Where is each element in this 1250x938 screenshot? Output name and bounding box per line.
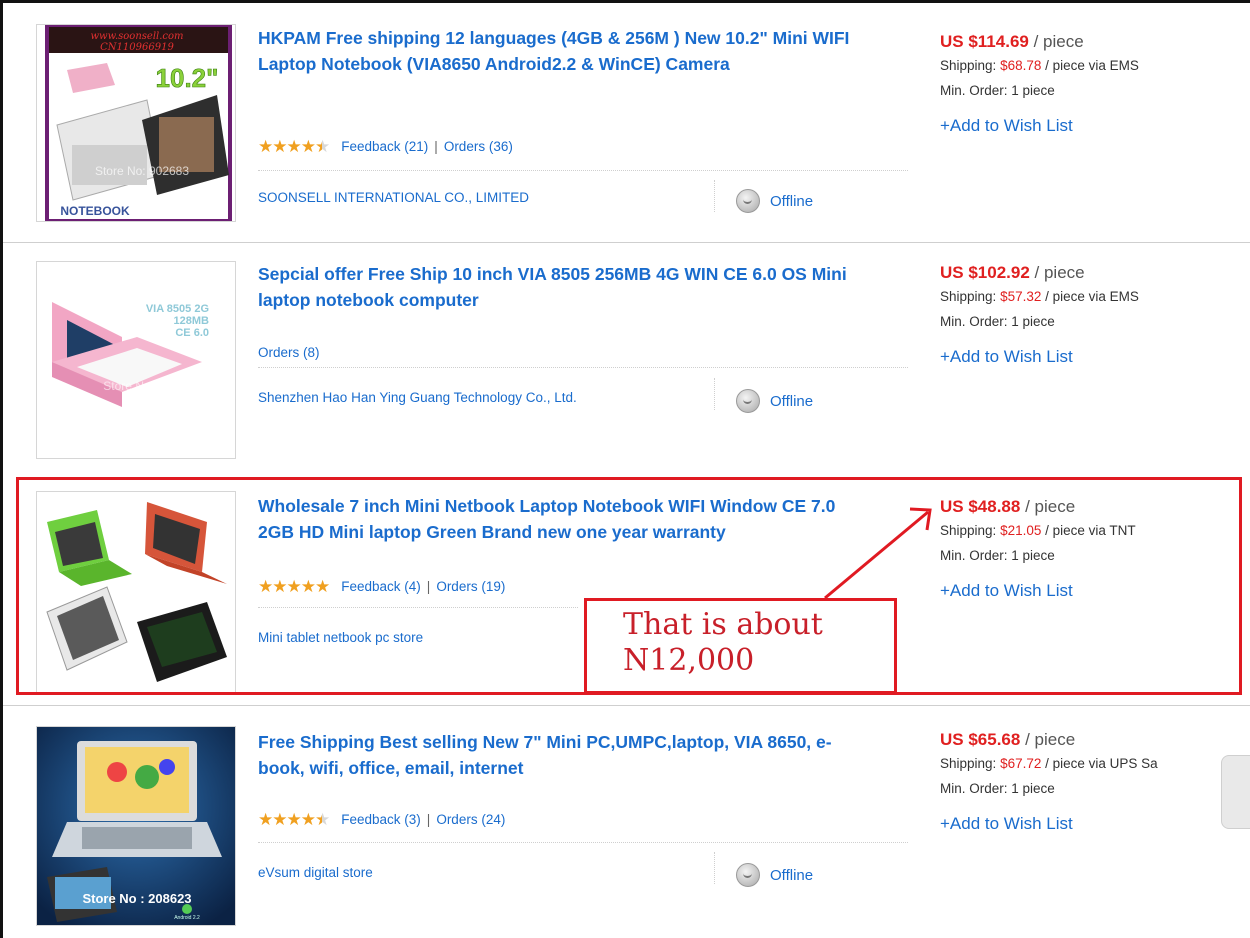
price-column: US $65.68 / piece Shipping: $67.72 / pie… bbox=[940, 730, 1250, 834]
product-title-link[interactable]: HKPAM Free shipping 12 languages (4GB & … bbox=[258, 25, 858, 77]
orders-link[interactable]: Orders (24) bbox=[436, 812, 505, 827]
annotation-line-1: That is about bbox=[623, 607, 823, 642]
star-icon: ★ bbox=[258, 810, 273, 829]
svg-text:Store No : 208623: Store No : 208623 bbox=[82, 891, 191, 906]
star-icon: ★ bbox=[300, 137, 316, 156]
rating-row: ★ ★ ★ ★ ★ Feedback (3) | Orders (24) bbox=[258, 811, 505, 828]
side-scroll-tab[interactable] bbox=[1221, 755, 1250, 829]
svg-text:Android 2.2: Android 2.2 bbox=[174, 915, 200, 921]
min-order: Min. Order: 1 piece bbox=[940, 781, 1055, 796]
listing-1: www.soonsell.com CN110966919 10.2" Store… bbox=[0, 0, 1250, 243]
divider: | bbox=[426, 812, 431, 827]
dotted-divider bbox=[258, 367, 908, 368]
svg-text:Store No: 75668: Store No: 75668 bbox=[103, 379, 191, 393]
orders-link[interactable]: Orders (8) bbox=[258, 345, 320, 360]
shipping-info: Shipping: $67.72 / piece via UPS Sa bbox=[940, 756, 1158, 771]
svg-text:www.soonsell.com: www.soonsell.com bbox=[90, 31, 183, 42]
product-thumbnail[interactable]: www.soonsell.com CN110966919 10.2" Store… bbox=[36, 24, 236, 222]
dotted-divider bbox=[258, 842, 908, 843]
status-text: Offline bbox=[770, 392, 814, 410]
star-rating: ★ ★ ★ ★ ★ bbox=[258, 810, 330, 829]
vertical-divider bbox=[714, 180, 715, 212]
star-icon: ★ bbox=[286, 137, 302, 156]
shipping-info: Shipping: $68.78 / piece via EMS bbox=[940, 58, 1139, 73]
status-text: Offline bbox=[770, 192, 814, 210]
product-thumbnail[interactable]: VIA 8505 2G 128MB CE 6.0 Store No: 75668 bbox=[36, 261, 236, 459]
price-column: US $114.69 / piece Shipping: $68.78 / pi… bbox=[940, 32, 1250, 136]
store-link[interactable]: SOONSELL INTERNATIONAL CO., LIMITED bbox=[258, 190, 529, 205]
product-thumbnail[interactable]: Store No : 208623 Android 2.2 bbox=[36, 726, 236, 926]
add-to-wish-list-link[interactable]: +Add to Wish List bbox=[940, 347, 1250, 367]
shipping-info: Shipping: $57.32 / piece via EMS bbox=[940, 289, 1139, 304]
star-icon: ★ bbox=[272, 137, 287, 156]
star-icon: ★ bbox=[258, 137, 273, 156]
seller-status[interactable]: Offline bbox=[736, 189, 813, 213]
star-icon: ★ bbox=[300, 810, 316, 829]
star-icon: ★ bbox=[286, 810, 302, 829]
chat-bubble-icon bbox=[736, 189, 760, 213]
svg-text:10.2": 10.2" bbox=[156, 63, 219, 93]
svg-text:CN110966919: CN110966919 bbox=[100, 42, 174, 53]
store-link[interactable]: eVsum digital store bbox=[258, 865, 373, 880]
price: US $65.68 / piece bbox=[940, 730, 1076, 749]
svg-text:CE 6.0: CE 6.0 bbox=[175, 327, 209, 339]
rating-row: Orders (8) bbox=[258, 345, 320, 360]
store-link[interactable]: Shenzhen Hao Han Ying Guang Technology C… bbox=[258, 390, 577, 405]
feedback-link[interactable]: Feedback (21) bbox=[341, 139, 428, 154]
annotation-callout: That is about N12,000 bbox=[584, 598, 897, 694]
rating-row: ★ ★ ★ ★ ★ Feedback (21) | Orders (36) bbox=[258, 138, 513, 155]
vertical-divider bbox=[714, 852, 715, 884]
half-star-icon: ★ bbox=[315, 137, 330, 156]
chat-bubble-icon bbox=[736, 863, 760, 887]
annotation-line-2: N12,000 bbox=[623, 643, 755, 678]
add-to-wish-list-link[interactable]: +Add to Wish List bbox=[940, 116, 1250, 136]
svg-text:128MB: 128MB bbox=[174, 315, 210, 327]
price: US $102.92 / piece bbox=[940, 263, 1085, 282]
seller-status[interactable]: Offline bbox=[736, 863, 813, 887]
listing-2: VIA 8505 2G 128MB CE 6.0 Store No: 75668… bbox=[0, 243, 1250, 473]
divider: | bbox=[434, 139, 438, 154]
product-title-link[interactable]: Sepcial offer Free Ship 10 inch VIA 8505… bbox=[258, 261, 858, 313]
star-rating: ★ ★ ★ ★ ★ bbox=[258, 137, 330, 156]
listing-4: Store No : 208623 Android 2.2 Free Shipp… bbox=[0, 706, 1250, 938]
status-text: Offline bbox=[770, 866, 814, 884]
vertical-divider bbox=[714, 378, 715, 410]
price: US $114.69 / piece bbox=[940, 32, 1084, 51]
chat-bubble-icon bbox=[736, 389, 760, 413]
svg-text:VIA 8505 2G: VIA 8505 2G bbox=[146, 303, 209, 315]
product-title-link[interactable]: Free Shipping Best selling New 7" Mini P… bbox=[258, 729, 858, 781]
min-order: Min. Order: 1 piece bbox=[940, 314, 1055, 329]
price-column: US $102.92 / piece Shipping: $57.32 / pi… bbox=[940, 263, 1250, 367]
half-star-icon: ★ bbox=[315, 810, 330, 829]
seller-status[interactable]: Offline bbox=[736, 389, 813, 413]
dotted-divider bbox=[258, 170, 908, 171]
min-order: Min. Order: 1 piece bbox=[940, 83, 1055, 98]
feedback-link[interactable]: Feedback (3) bbox=[341, 812, 421, 827]
svg-text:Store No: 902683: Store No: 902683 bbox=[95, 164, 189, 178]
star-icon: ★ bbox=[272, 810, 287, 829]
svg-text:NOTEBOOK: NOTEBOOK bbox=[60, 204, 130, 218]
orders-link[interactable]: Orders (36) bbox=[444, 139, 513, 154]
add-to-wish-list-link[interactable]: +Add to Wish List bbox=[940, 814, 1250, 834]
